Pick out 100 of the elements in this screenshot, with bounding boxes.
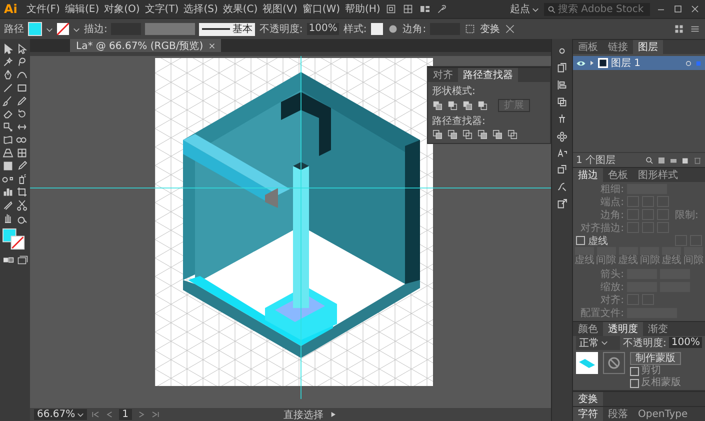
panel-tab[interactable]: 图层 (633, 40, 663, 54)
first-page-icon[interactable] (91, 411, 102, 418)
brush-icon[interactable] (2, 95, 14, 107)
menu-item[interactable]: 文字(T) (144, 2, 179, 16)
warp-icon[interactable] (2, 134, 14, 146)
overlapping-squares-icon[interactable] (477, 129, 488, 140)
globe-icon[interactable] (386, 23, 399, 35)
overlapping-squares-icon[interactable] (462, 129, 473, 140)
panel-tab[interactable]: 描边 (573, 168, 603, 182)
maximize-icon[interactable] (672, 3, 684, 15)
perspective-grid-icon[interactable] (2, 147, 14, 159)
no-stroke-swatch[interactable] (57, 23, 69, 35)
panel-tab[interactable]: 色板 (603, 168, 633, 182)
export-icon[interactable] (556, 198, 568, 210)
line-icon[interactable] (2, 82, 14, 94)
eyedropper-icon[interactable] (16, 160, 28, 172)
fill-swatch[interactable] (28, 22, 42, 36)
menu-item[interactable]: 选择(S) (184, 2, 218, 16)
close-icon[interactable] (689, 3, 701, 15)
invert-mask-checkbox[interactable] (630, 378, 639, 388)
brush-definition-field[interactable]: 基本 (199, 22, 256, 36)
layers-stack-icon[interactable] (556, 62, 568, 74)
panel-tab[interactable]: 画板 (573, 40, 603, 54)
last-page-icon[interactable] (150, 411, 160, 418)
arrow-icon[interactable] (2, 43, 14, 55)
eraser-icon[interactable] (2, 108, 14, 120)
artboard-field[interactable]: 1 (119, 409, 132, 420)
clipping-mask-icon[interactable] (657, 156, 666, 164)
gradient-icon[interactable] (2, 160, 14, 172)
dash-field[interactable] (574, 247, 594, 255)
grid-icon[interactable] (673, 23, 685, 35)
align-icon[interactable] (556, 79, 568, 91)
knife-icon[interactable] (2, 199, 14, 211)
close-icon[interactable] (209, 42, 216, 48)
panel-tab[interactable]: 链接 (603, 40, 633, 54)
overlapping-squares-icon[interactable] (447, 129, 458, 140)
layer-row[interactable]: 图层 1 (573, 56, 705, 70)
scale-icon[interactable] (2, 121, 14, 133)
panel-tab[interactable]: 路径查找器 (458, 68, 518, 82)
overlapping-squares-icon[interactable] (432, 100, 443, 111)
document-tab[interactable]: La* @ 66.67% (RGB/预览) (70, 39, 222, 52)
pencil-icon[interactable] (16, 95, 28, 107)
eye-icon[interactable] (576, 60, 586, 66)
workspace-switcher[interactable]: 起点 (510, 2, 539, 16)
caret-icon[interactable] (73, 26, 80, 32)
new-layer-icon[interactable] (681, 156, 690, 164)
caret-icon[interactable] (46, 26, 53, 32)
rectangle-icon[interactable] (16, 82, 28, 94)
clip-checkbox[interactable] (630, 366, 639, 376)
clover-icon[interactable] (556, 130, 568, 142)
fill-stroke-swatches[interactable] (2, 228, 26, 250)
arrange-documents-icon[interactable] (419, 3, 432, 15)
overlapping-squares-icon[interactable] (477, 100, 488, 111)
wand-icon[interactable] (2, 56, 14, 68)
panel-tab[interactable]: 渐变 (643, 322, 673, 336)
dashed-checkbox[interactable] (576, 236, 585, 245)
layer-name[interactable]: 图层 1 (611, 56, 682, 70)
menu-item[interactable]: 视图(V) (262, 2, 298, 16)
overlapping-squares-icon[interactable] (447, 100, 458, 111)
menu-item[interactable]: 编辑(E) (64, 2, 100, 16)
menu-item[interactable]: 窗口(W) (302, 2, 340, 16)
overlapping-squares-icon[interactable] (492, 129, 503, 140)
chart-icon[interactable] (2, 186, 14, 198)
panel-tab[interactable]: OpenType (633, 407, 693, 421)
rotate-icon[interactable] (16, 108, 28, 120)
search-icon[interactable] (645, 156, 654, 164)
panel-tab[interactable]: 字符 (573, 407, 603, 421)
trash-icon[interactable] (693, 156, 702, 164)
weight-field[interactable] (627, 184, 667, 194)
variable-width-field[interactable] (145, 23, 196, 35)
mesh-icon[interactable] (16, 147, 28, 159)
screen-mode-icon[interactable] (16, 254, 28, 266)
menu-item[interactable]: 帮助(H) (345, 2, 380, 16)
hand-icon[interactable] (2, 212, 14, 224)
hollow-arrow-icon[interactable] (16, 43, 28, 55)
panel-tab[interactable]: 变换 (573, 392, 603, 406)
blend-mode-dropdown[interactable]: 正常 (576, 336, 620, 350)
transform-link[interactable]: 变换 (480, 22, 500, 36)
panel-tab[interactable]: 透明度 (603, 322, 643, 336)
crosshair-icon[interactable] (504, 23, 516, 35)
bounding-box-icon[interactable] (464, 23, 476, 35)
overlapping-squares-icon[interactable] (507, 129, 518, 140)
current-tool-label[interactable]: 直接选择 (284, 408, 324, 421)
panel-tab[interactable]: 颜色 (573, 322, 603, 336)
opacity-field[interactable]: 100% (306, 23, 340, 35)
menu-item[interactable]: 文件(F) (26, 2, 60, 16)
style-swatch[interactable] (370, 23, 383, 35)
pen-icon[interactable] (2, 69, 14, 81)
overlapping-squares-icon[interactable] (556, 96, 568, 108)
panel-tab[interactable]: 对齐 (428, 68, 458, 82)
overlapping-squares-icon[interactable] (462, 100, 473, 111)
panel-tab[interactable]: 段落 (603, 407, 633, 421)
panel-tab[interactable]: 图形样式 (633, 168, 683, 182)
target-circle-icon[interactable] (685, 60, 692, 66)
lasso-icon[interactable] (16, 56, 28, 68)
artboard-icon[interactable] (16, 186, 28, 198)
overlapping-squares-icon[interactable] (432, 129, 443, 140)
menu-item[interactable]: 效果(C) (222, 2, 258, 16)
scissors-icon[interactable] (16, 199, 28, 211)
opacity-field[interactable]: 100% (669, 337, 702, 348)
